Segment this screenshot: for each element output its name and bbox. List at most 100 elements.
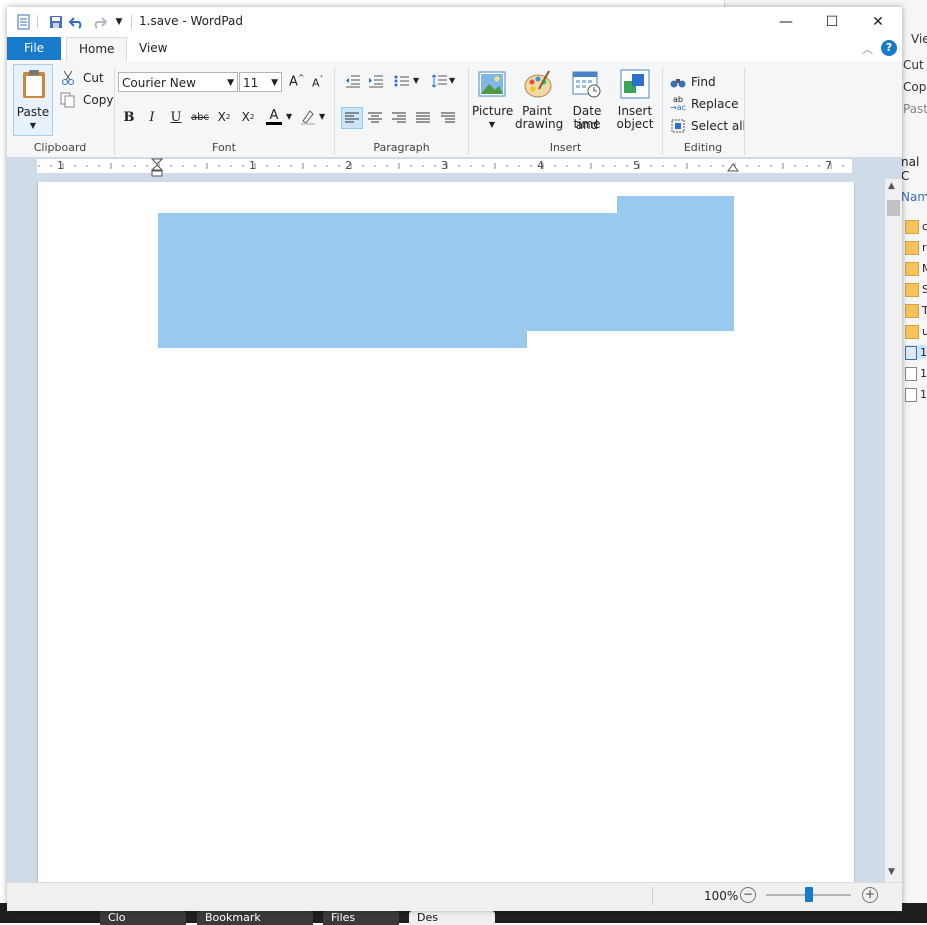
ruler-label: 1 bbox=[249, 159, 256, 172]
tab-file[interactable]: File bbox=[7, 37, 61, 60]
explorer-row[interactable]: u bbox=[905, 324, 927, 339]
close-button[interactable]: ✕ bbox=[855, 7, 901, 37]
paragraph-settings-icon[interactable] bbox=[437, 107, 459, 129]
chevron-down-icon: ▼ bbox=[488, 120, 496, 129]
italic-icon[interactable]: I bbox=[141, 106, 163, 128]
explorer-cut[interactable]: Cut bbox=[903, 58, 924, 72]
right-indent-marker-icon[interactable] bbox=[727, 163, 739, 173]
document-page[interactable] bbox=[37, 182, 855, 882]
increase-indent-icon[interactable] bbox=[365, 70, 387, 92]
wordpad-app-icon[interactable] bbox=[15, 13, 33, 31]
font-family-select[interactable]: Courier New ▼ bbox=[118, 72, 238, 92]
strikethrough-icon[interactable]: abc bbox=[189, 106, 211, 128]
cut-label: Cut bbox=[83, 71, 104, 85]
date-time-button[interactable]: Date and time bbox=[562, 67, 612, 135]
text-selection-highlight bbox=[158, 213, 734, 331]
superscript-icon[interactable]: X2 bbox=[237, 106, 259, 128]
folder-icon bbox=[905, 324, 919, 339]
folder-icon bbox=[905, 219, 919, 234]
ruler-label: 4 bbox=[537, 159, 544, 172]
explorer-paste[interactable]: Paste bbox=[903, 102, 927, 116]
scroll-up-icon[interactable]: ▲ bbox=[888, 181, 895, 191]
explorer-view-tab[interactable]: Vie bbox=[911, 32, 927, 46]
title-bar[interactable]: ▼ 1.save - WordPad — ☐ ✕ bbox=[7, 7, 902, 37]
font-size-value: 11 bbox=[243, 76, 259, 90]
file-icon bbox=[905, 366, 917, 381]
bold-icon[interactable]: B bbox=[118, 106, 140, 128]
line-spacing-icon[interactable] bbox=[429, 70, 451, 92]
minimize-button[interactable]: — bbox=[763, 7, 809, 37]
chevron-down-icon[interactable]: ▼ bbox=[286, 112, 292, 121]
font-group-label: Font bbox=[212, 141, 236, 154]
insert-object-button[interactable]: Insert object bbox=[614, 67, 656, 135]
explorer-row[interactable]: c bbox=[905, 219, 927, 234]
folder-icon bbox=[905, 240, 919, 255]
shrink-font-icon[interactable]: Aˇ bbox=[312, 75, 324, 90]
explorer-copy[interactable]: Copy bbox=[903, 80, 927, 94]
scrollbar-thumb[interactable] bbox=[887, 200, 900, 216]
underline-icon[interactable]: U bbox=[165, 106, 187, 128]
left-indent-marker-icon[interactable] bbox=[151, 158, 163, 178]
picture-button[interactable]: Picture ▼ bbox=[472, 67, 513, 135]
font-size-select[interactable]: 11 ▼ bbox=[239, 72, 282, 92]
copy-button[interactable]: Copy bbox=[59, 91, 113, 109]
vertical-scrollbar[interactable]: ▲ ▼ bbox=[885, 179, 902, 882]
paste-button[interactable]: Paste ▼ bbox=[13, 64, 53, 136]
paint-drawing-button[interactable]: Paint drawing bbox=[515, 67, 563, 135]
paste-icon bbox=[23, 70, 45, 98]
find-button[interactable]: Find bbox=[669, 73, 716, 91]
undo-icon[interactable] bbox=[68, 13, 86, 31]
grow-font-icon[interactable]: A^ bbox=[289, 73, 305, 89]
collapse-ribbon-icon[interactable]: ︿ bbox=[862, 41, 873, 57]
zoom-slider-thumb[interactable] bbox=[804, 887, 813, 902]
customize-quick-access-icon[interactable]: ▼ bbox=[110, 13, 128, 31]
save-icon[interactable] bbox=[47, 13, 65, 31]
decrease-indent-icon[interactable] bbox=[342, 70, 364, 92]
divider bbox=[37, 15, 38, 29]
date-time-label-line2: time bbox=[573, 117, 601, 131]
ribbon-home: Paste ▼ Cut Copy Clipboard Courier New ▼ … bbox=[7, 61, 902, 158]
tab-home[interactable]: Home bbox=[66, 37, 128, 62]
explorer-row[interactable]: 1 bbox=[905, 366, 927, 381]
paint-palette-icon bbox=[524, 70, 552, 98]
zoom-in-icon[interactable]: + bbox=[862, 887, 878, 903]
explorer-name-column-header[interactable]: Nam bbox=[901, 190, 927, 204]
chevron-down-icon[interactable]: ▼ bbox=[413, 76, 419, 85]
zoom-out-icon[interactable]: − bbox=[740, 887, 756, 903]
explorer-row[interactable]: T bbox=[905, 303, 927, 318]
ruler[interactable]: 1 1 2 3 4 5 7 bbox=[37, 158, 852, 177]
chevron-down-icon[interactable]: ▼ bbox=[449, 76, 455, 85]
subscript-icon[interactable]: X2 bbox=[213, 106, 235, 128]
select-all-button[interactable]: Select all bbox=[669, 117, 746, 135]
tab-view[interactable]: View bbox=[127, 37, 179, 60]
explorer-row[interactable]: r bbox=[905, 240, 927, 255]
scroll-down-icon[interactable]: ▼ bbox=[888, 867, 895, 877]
align-right-icon[interactable] bbox=[388, 107, 410, 129]
divider bbox=[131, 15, 132, 29]
divider bbox=[652, 887, 653, 905]
explorer-address[interactable]: nal C bbox=[901, 155, 927, 183]
select-all-label: Select all bbox=[691, 119, 746, 133]
align-center-icon[interactable] bbox=[364, 107, 386, 129]
explorer-row[interactable]: 1 bbox=[905, 387, 927, 402]
bullet-list-icon[interactable] bbox=[391, 70, 413, 92]
chevron-down-icon[interactable]: ▼ bbox=[319, 112, 325, 121]
explorer-row[interactable]: S bbox=[905, 282, 927, 297]
explorer-row[interactable]: 1 bbox=[905, 345, 927, 360]
explorer-row[interactable]: M bbox=[905, 261, 927, 276]
copy-icon bbox=[59, 91, 77, 109]
redo-icon[interactable] bbox=[90, 13, 108, 31]
wordpad-document-icon bbox=[905, 345, 917, 360]
text-color-icon[interactable]: A bbox=[263, 106, 285, 128]
align-left-icon[interactable] bbox=[341, 107, 363, 129]
insert-object-label-line1: Insert bbox=[617, 104, 653, 118]
maximize-button[interactable]: ☐ bbox=[809, 7, 855, 37]
justify-icon[interactable] bbox=[412, 107, 434, 129]
highlight-icon[interactable] bbox=[297, 106, 319, 128]
folder-icon bbox=[905, 261, 919, 276]
help-icon[interactable]: ? bbox=[881, 40, 897, 56]
picture-icon bbox=[478, 71, 506, 97]
text-selection-highlight bbox=[158, 331, 527, 348]
cut-button[interactable]: Cut bbox=[59, 69, 104, 87]
replace-button[interactable]: ab →ac Replace bbox=[669, 95, 738, 113]
